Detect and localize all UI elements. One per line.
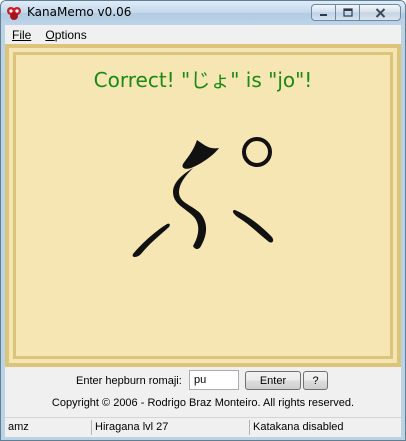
menu-options[interactable]: Options [38, 28, 93, 42]
help-button[interactable]: ? [303, 371, 328, 390]
close-button[interactable] [359, 4, 401, 21]
romaji-prompt-label: Enter hepburn romaji: [76, 375, 182, 387]
romaji-input[interactable] [189, 370, 239, 390]
copyright-text: Copyright © 2006 - Rodrigo Braz Monteiro… [51, 397, 355, 409]
status-hiragana-level: Hiragana lvl 27 [95, 421, 169, 433]
close-icon [375, 7, 385, 18]
app-icon [7, 7, 21, 20]
window-controls [311, 4, 401, 21]
menu-options-mnemonic: O [45, 27, 55, 42]
status-bar: amz Hiragana lvl 27 Katakana disabled [5, 417, 401, 437]
status-katakana: Katakana disabled [253, 421, 344, 433]
menu-options-rest: ptions [54, 27, 87, 42]
maximize-button[interactable] [335, 4, 360, 21]
kana-card: Correct! "じょ" is "jo"! ぷ [5, 44, 401, 367]
kana-glyph: ぷ [132, 137, 274, 257]
enter-button[interactable]: Enter [245, 371, 301, 390]
menu-file-label: File [12, 27, 32, 42]
romaji-prompt-row: Enter hepburn romaji: Enter ? [5, 370, 401, 392]
minimize-button[interactable] [311, 4, 336, 21]
title-bar[interactable]: KanaMemo v0.06 [1, 1, 405, 25]
feedback-message: Correct! "じょ" is "jo"! [93, 68, 313, 92]
minimize-icon [320, 13, 327, 16]
maximize-icon [342, 8, 353, 17]
window-title: KanaMemo v0.06 [27, 5, 132, 19]
menu-file[interactable]: File [5, 28, 38, 42]
app-window: KanaMemo v0.06 File Options Correct! "じょ… [0, 0, 406, 441]
status-user: amz [8, 421, 29, 433]
menu-bar: File Options [5, 25, 401, 44]
client-area: Correct! "じょ" is "jo"! ぷ Enter hepburn r… [5, 44, 401, 437]
